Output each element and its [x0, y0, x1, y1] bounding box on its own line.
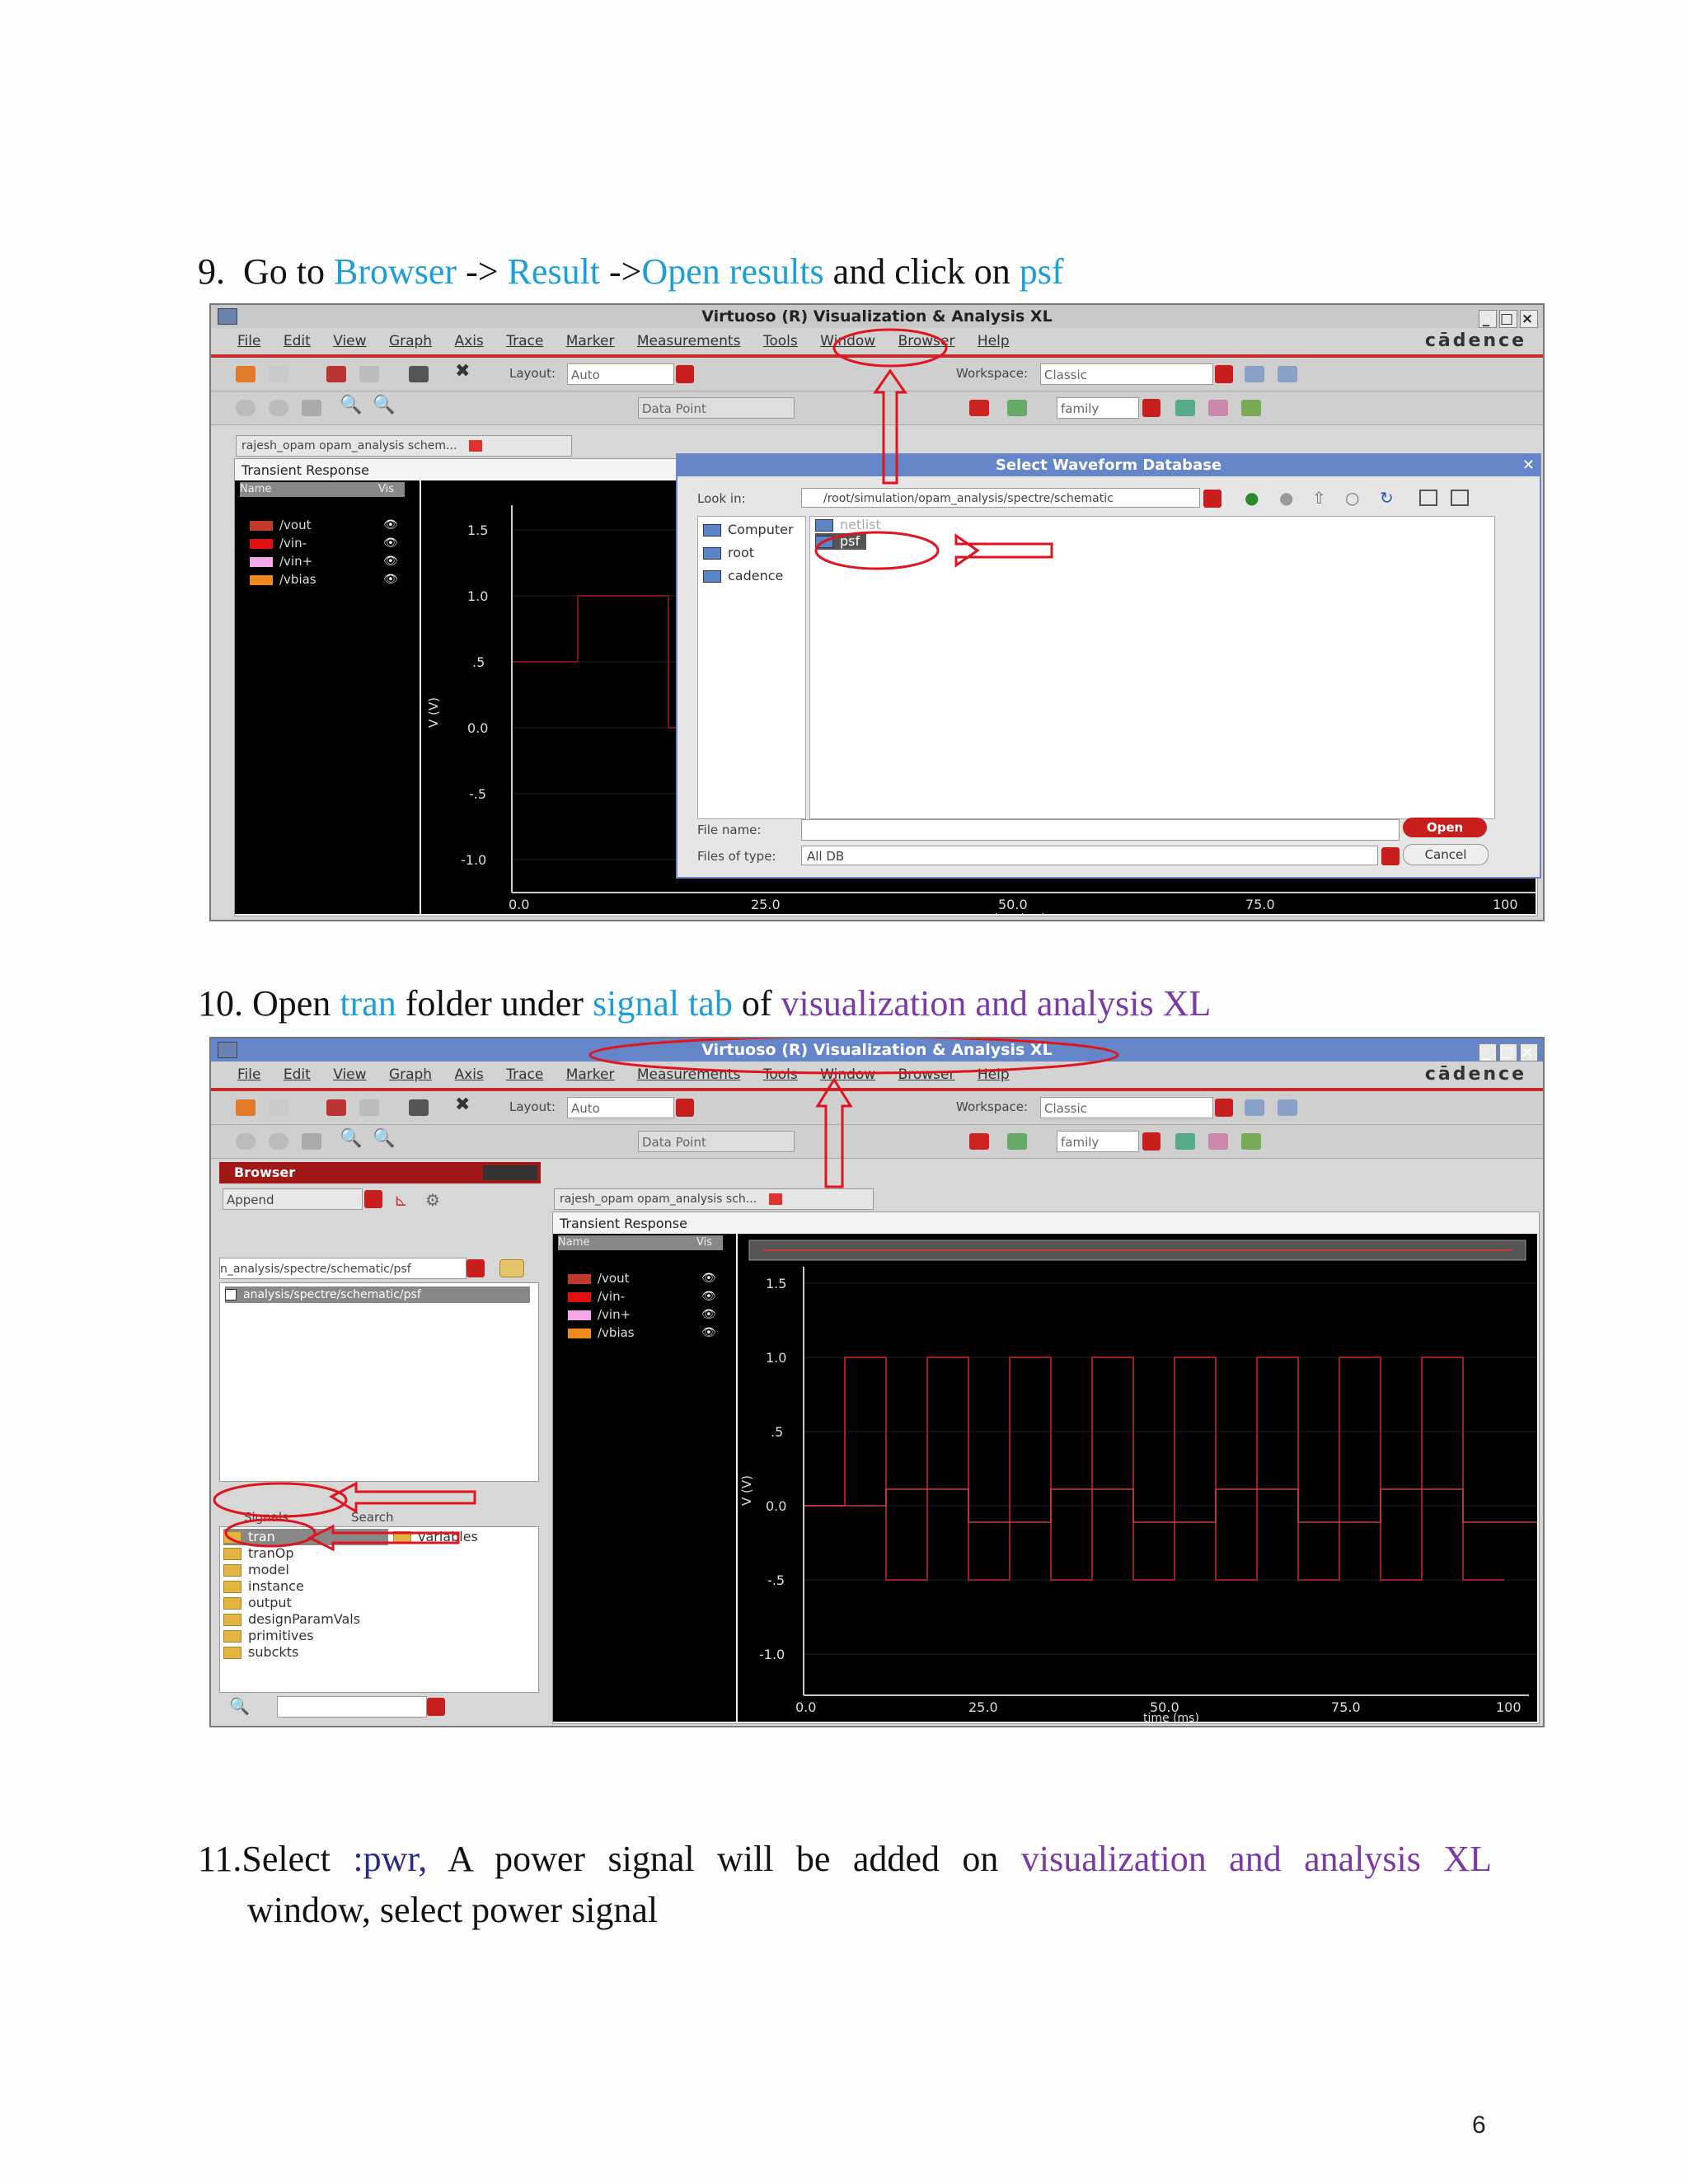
page-number: 6	[1472, 2111, 1486, 2139]
step-11-line-2: window, select power signal	[247, 1890, 659, 1930]
annotation-overlay	[213, 1038, 1119, 1552]
step-10-app-name: visualization and analysis XL	[781, 983, 1212, 1024]
step-9-browser: Browser	[334, 251, 457, 292]
step-10-tran: tran	[340, 983, 396, 1024]
screenshot-signals-tab: Virtuoso (R) Visualization & Analysis XL…	[209, 1037, 1545, 1727]
annotation-overlay	[814, 328, 1053, 570]
step-11-pwr: :pwr,	[353, 1839, 428, 1879]
step-10-signal-tab: signal tab	[592, 983, 733, 1024]
step-9-open-results: Open results	[641, 251, 824, 292]
step-9-heading: 9. Go to Browser -> Result ->Open result…	[198, 251, 1064, 292]
step-9-psf: psf	[1019, 251, 1064, 292]
step-11-heading: 11.Select :pwr, A power signal will be a…	[198, 1839, 1492, 1879]
step-9-result: Result	[507, 251, 601, 292]
step-11-app-name: visualization and analysis XL	[1020, 1839, 1492, 1879]
step-10-heading: 10. Open tran folder under signal tab of…	[198, 983, 1212, 1024]
screenshot-open-results: Virtuoso (R) Visualization & Analysis XL…	[209, 303, 1545, 921]
